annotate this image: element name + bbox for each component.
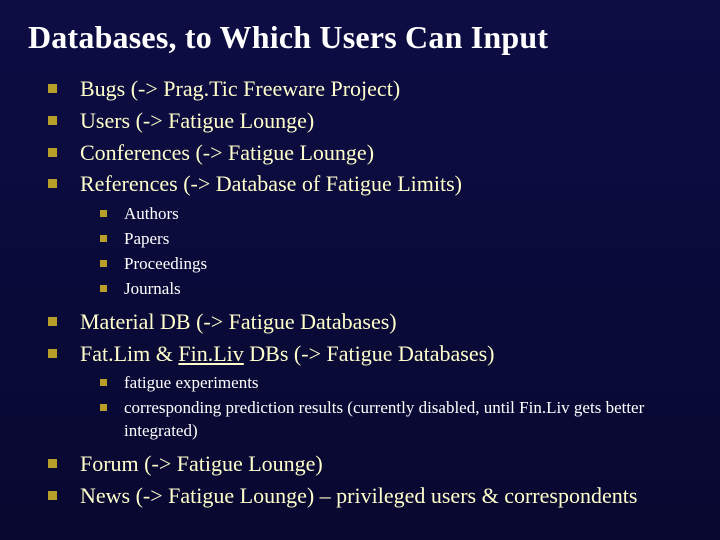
bullet-bugs: Bugs (-> Prag.Tic Freeware Project) bbox=[40, 74, 692, 104]
bullet-list-level2-refs: Authors Papers Proceedings Journals bbox=[96, 203, 692, 301]
bullet-text: News (-> Fatigue Lounge) – privileged us… bbox=[80, 483, 637, 508]
sub-bullet-experiments: fatigue experiments bbox=[96, 372, 692, 395]
bullet-text: corresponding prediction results (curren… bbox=[124, 398, 644, 440]
sub-bullet-proceedings: Proceedings bbox=[96, 253, 692, 276]
bullet-users: Users (-> Fatigue Lounge) bbox=[40, 106, 692, 136]
bullet-references: References (-> Database of Fatigue Limit… bbox=[40, 169, 692, 199]
bullet-text: Conferences (-> Fatigue Lounge) bbox=[80, 140, 374, 165]
bullet-fatlim-finliv: Fat.Lim & Fin.Liv DBs (-> Fatigue Databa… bbox=[40, 339, 692, 369]
sub-bullet-journals: Journals bbox=[96, 278, 692, 301]
bullet-text-underline: Fin.Liv bbox=[178, 341, 243, 366]
bullet-material-db: Material DB (-> Fatigue Databases) bbox=[40, 307, 692, 337]
bullet-news: News (-> Fatigue Lounge) – privileged us… bbox=[40, 481, 692, 511]
bullet-list-level2-dbs: fatigue experiments corresponding predic… bbox=[96, 372, 692, 443]
bullet-list-level1-c: Forum (-> Fatigue Lounge) News (-> Fatig… bbox=[40, 449, 692, 510]
bullet-text: Material DB (-> Fatigue Databases) bbox=[80, 309, 397, 334]
bullet-text: Forum (-> Fatigue Lounge) bbox=[80, 451, 323, 476]
bullet-text: Users (-> Fatigue Lounge) bbox=[80, 108, 314, 133]
bullet-forum: Forum (-> Fatigue Lounge) bbox=[40, 449, 692, 479]
bullet-text-pre: Fat.Lim & bbox=[80, 341, 178, 366]
sub-bullet-papers: Papers bbox=[96, 228, 692, 251]
bullet-text: Authors bbox=[124, 204, 179, 223]
bullet-text: Bugs (-> Prag.Tic Freeware Project) bbox=[80, 76, 400, 101]
bullet-list-level1-b: Material DB (-> Fatigue Databases) Fat.L… bbox=[40, 307, 692, 368]
bullet-conferences: Conferences (-> Fatigue Lounge) bbox=[40, 138, 692, 168]
bullet-text: fatigue experiments bbox=[124, 373, 259, 392]
bullet-text: References (-> Database of Fatigue Limit… bbox=[80, 171, 462, 196]
sub-bullet-authors: Authors bbox=[96, 203, 692, 226]
bullet-text-post: DBs (-> Fatigue Databases) bbox=[244, 341, 495, 366]
sub-bullet-prediction: corresponding prediction results (curren… bbox=[96, 397, 692, 443]
bullet-list-level1: Bugs (-> Prag.Tic Freeware Project) User… bbox=[40, 74, 692, 199]
bullet-text: Journals bbox=[124, 279, 181, 298]
bullet-text: Proceedings bbox=[124, 254, 207, 273]
slide: Databases, to Which Users Can Input Bugs… bbox=[0, 0, 720, 540]
bullet-text: Papers bbox=[124, 229, 169, 248]
slide-title: Databases, to Which Users Can Input bbox=[28, 18, 692, 56]
